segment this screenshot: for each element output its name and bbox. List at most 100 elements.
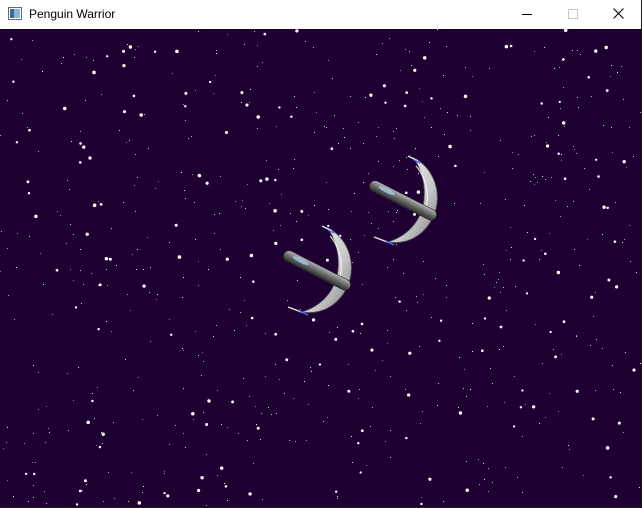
bright-star — [587, 76, 590, 79]
star — [405, 49, 406, 50]
star — [96, 445, 97, 446]
star — [558, 135, 559, 136]
bright-star — [563, 177, 567, 180]
star — [295, 441, 296, 442]
star — [625, 352, 626, 353]
star — [92, 393, 93, 394]
app-window-icon — [8, 7, 22, 20]
bright-star — [85, 232, 89, 236]
star — [504, 402, 505, 403]
star — [535, 177, 536, 178]
bright-star — [562, 58, 565, 61]
star — [32, 462, 33, 463]
maximize-button[interactable] — [550, 0, 596, 29]
star — [323, 421, 324, 422]
bright-star — [509, 44, 513, 48]
star — [221, 424, 222, 425]
bright-star — [531, 405, 536, 409]
bright-star — [205, 181, 209, 185]
star — [421, 497, 422, 498]
star — [306, 440, 307, 441]
close-button[interactable] — [595, 0, 641, 29]
star — [194, 202, 195, 203]
star — [512, 168, 513, 169]
bright-star — [219, 466, 224, 470]
star — [311, 371, 312, 372]
star — [143, 269, 144, 270]
star — [437, 405, 438, 406]
star — [71, 141, 72, 142]
bright-star — [62, 106, 67, 111]
star — [376, 54, 377, 55]
star — [149, 292, 150, 293]
star — [472, 351, 473, 352]
star — [201, 375, 202, 376]
bright-star — [357, 442, 360, 445]
star — [612, 152, 613, 153]
bright-star — [170, 333, 173, 336]
player-ship — [283, 225, 352, 316]
star — [192, 174, 193, 175]
star — [365, 97, 366, 98]
bright-star — [285, 358, 289, 362]
star — [539, 423, 540, 424]
star — [337, 327, 338, 328]
star — [326, 127, 327, 128]
bright-star — [382, 84, 386, 88]
star — [555, 200, 556, 201]
star — [510, 259, 511, 260]
star — [405, 389, 406, 390]
star — [35, 462, 36, 463]
game-canvas[interactable] — [0, 29, 641, 507]
bright-star — [122, 63, 126, 68]
star — [169, 242, 170, 243]
star — [126, 142, 127, 143]
star — [344, 137, 345, 138]
bright-star — [458, 411, 463, 415]
star — [142, 419, 143, 420]
bright-star — [540, 102, 543, 105]
star — [490, 368, 491, 369]
star — [626, 167, 627, 168]
bright-star — [82, 145, 86, 149]
bright-star — [405, 91, 409, 94]
star — [579, 265, 580, 266]
star — [127, 44, 128, 45]
star — [184, 190, 185, 191]
star — [101, 94, 102, 95]
star — [135, 49, 136, 50]
star — [503, 346, 504, 347]
star — [6, 442, 7, 443]
star — [294, 96, 295, 97]
star — [499, 272, 500, 273]
star — [354, 193, 355, 194]
star — [470, 116, 471, 117]
star — [128, 501, 129, 502]
bright-star — [200, 475, 204, 480]
star — [73, 280, 74, 281]
star — [561, 354, 562, 355]
star — [70, 269, 71, 270]
bright-star — [240, 91, 244, 95]
star — [623, 99, 624, 100]
star — [466, 461, 467, 462]
bright-star — [12, 80, 15, 83]
bright-star — [88, 156, 92, 160]
star — [512, 152, 513, 153]
star — [534, 184, 535, 185]
star — [257, 45, 258, 46]
star — [158, 181, 159, 182]
star — [559, 67, 560, 68]
star — [351, 436, 352, 437]
star — [415, 148, 416, 149]
title-bar[interactable]: Penguin Warrior — [0, 0, 641, 29]
star — [266, 160, 267, 161]
star — [542, 363, 543, 364]
star — [623, 432, 624, 433]
bright-star — [231, 400, 235, 404]
star — [63, 57, 64, 58]
star — [446, 285, 447, 286]
minimize-button[interactable] — [504, 0, 550, 29]
star — [483, 463, 484, 464]
bright-star — [521, 389, 524, 392]
